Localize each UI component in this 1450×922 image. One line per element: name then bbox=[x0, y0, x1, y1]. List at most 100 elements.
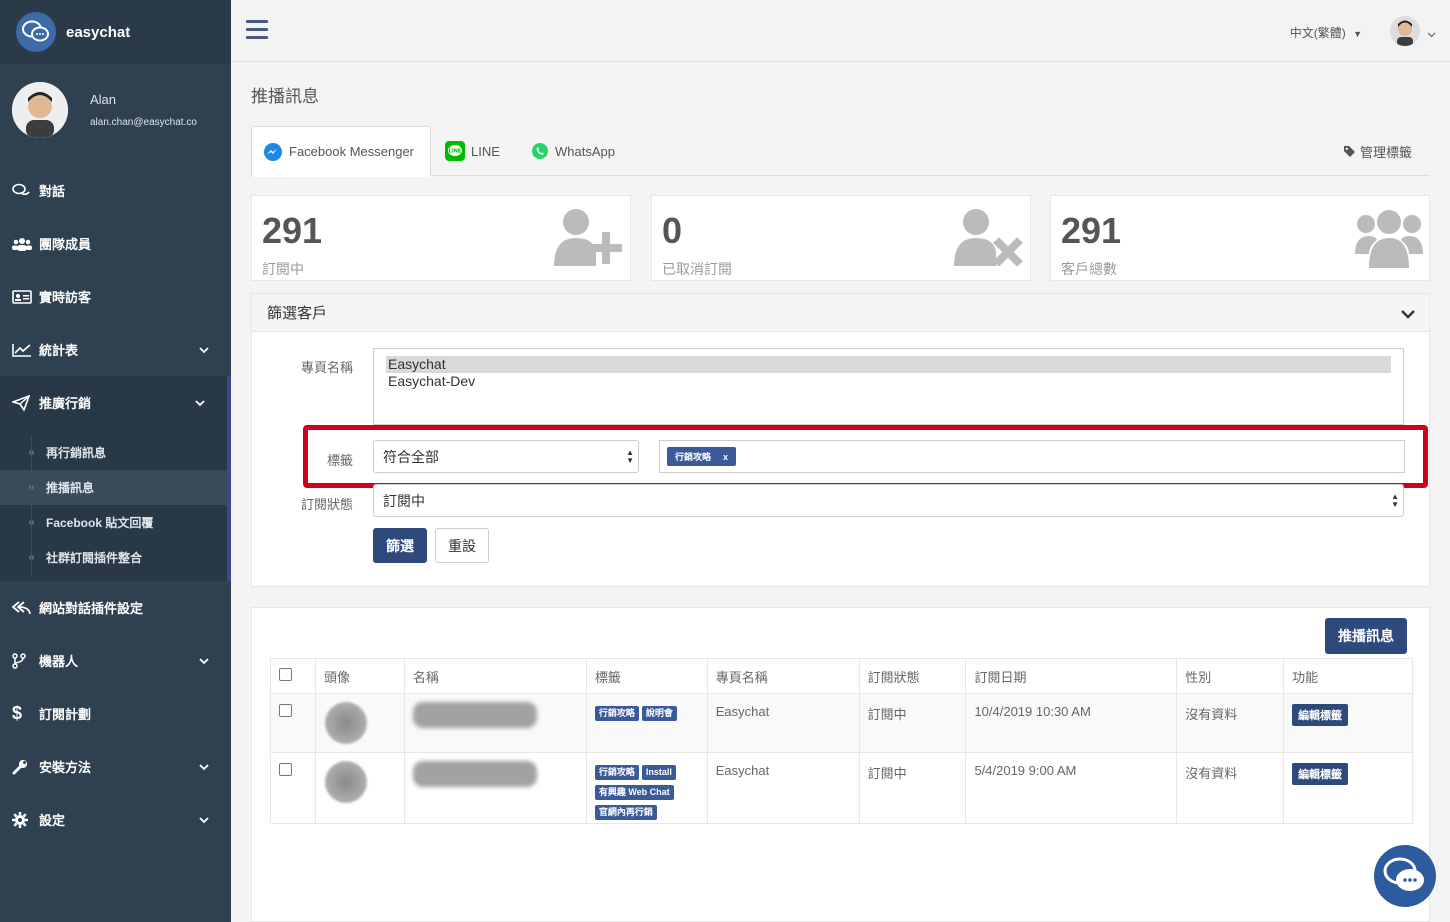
table-row: 行銷攻略 說明會 Easychat 訂閱中 10/4/2019 10:30 AM … bbox=[270, 693, 1413, 753]
sidebar-item-bot[interactable]: 機器人 bbox=[0, 634, 231, 687]
filter-reset-button[interactable]: 重設 bbox=[435, 528, 489, 563]
column-header[interactable]: 頭像 bbox=[314, 658, 405, 694]
row-checkbox[interactable] bbox=[279, 704, 292, 717]
stat-value: 291 bbox=[262, 210, 323, 251]
svg-text:LINE: LINE bbox=[449, 149, 462, 155]
table-header-row: 頭像 名稱 標籤 專頁名稱 訂閱狀態 訂閱日期 性別 功能 bbox=[270, 658, 1413, 694]
sidebar-item-label: 訂閱計劃 bbox=[39, 707, 92, 722]
tag-badge: 官網內再行銷 bbox=[594, 805, 657, 820]
chevron-down-icon[interactable] bbox=[1401, 306, 1415, 323]
sidebar: easychat Alan alan.chan@easychat.co 對話 團… bbox=[0, 0, 231, 922]
sidebar-item-chat-plugin-settings[interactable]: 網站對話插件設定 bbox=[0, 581, 231, 634]
sidebar-item-team[interactable]: 團隊成員 bbox=[0, 217, 231, 270]
select-all-checkbox[interactable] bbox=[279, 668, 292, 681]
tab-line[interactable]: LINE LINE bbox=[445, 126, 500, 176]
column-header[interactable]: 功能 bbox=[1283, 658, 1413, 694]
brand-name: easychat bbox=[66, 23, 131, 41]
filter-submit-button[interactable]: 篩選 bbox=[373, 528, 427, 563]
page-title: 推播訊息 bbox=[251, 87, 319, 106]
edit-tags-button[interactable]: 編輯標籤 bbox=[1292, 763, 1349, 785]
live-chat-button[interactable] bbox=[1374, 845, 1436, 907]
tags-cell: 行銷攻略 Install 有興趣 Web Chat 官網內再行銷 bbox=[585, 752, 708, 824]
column-header[interactable]: 性別 bbox=[1176, 658, 1285, 694]
sidebar-subitem-remarketing[interactable]: 再行銷訊息 bbox=[0, 435, 227, 470]
tag-badge: Install bbox=[641, 765, 676, 780]
stat-card-unsubscribed: 0 已取消訂閱 bbox=[651, 195, 1031, 281]
table-row: 行銷攻略 Install 有興趣 Web Chat 官網內再行銷 Easychat… bbox=[270, 752, 1413, 824]
sidebar-item-label: 實時訪客 bbox=[39, 290, 92, 305]
listbox-option[interactable]: Easychat-Dev bbox=[374, 373, 1403, 390]
blurred-name bbox=[412, 702, 537, 728]
brand[interactable]: easychat bbox=[0, 0, 231, 64]
gender-cell: 沒有資料 bbox=[1176, 752, 1285, 824]
user-plus-icon bbox=[554, 208, 624, 269]
sidebar-item-statistics[interactable]: 統計表 bbox=[0, 323, 231, 376]
tag-badge: 行銷攻略 bbox=[594, 706, 639, 721]
chevron-down-icon bbox=[195, 395, 205, 410]
sidebar-item-subscription[interactable]: $ 訂閱計劃 bbox=[0, 687, 231, 740]
tag-icon bbox=[1343, 145, 1356, 158]
status-cell: 訂閱中 bbox=[858, 693, 967, 753]
topbar: 中文(繁體) ▼ bbox=[231, 0, 1450, 62]
listbox-option[interactable]: Easychat bbox=[386, 356, 1391, 373]
whatsapp-icon bbox=[531, 142, 549, 160]
sidebar-subitem-social-plugin[interactable]: 社群訂閱插件整合 bbox=[0, 540, 227, 575]
language-label: 中文(繁體) bbox=[1289, 26, 1346, 40]
language-selector[interactable]: 中文(繁體) ▼ bbox=[1290, 24, 1362, 41]
column-header[interactable]: 訂閱狀態 bbox=[858, 658, 967, 694]
menu-toggle-icon[interactable] bbox=[246, 20, 268, 44]
sidebar-item-marketing[interactable]: 推廣行銷 bbox=[0, 376, 231, 429]
column-header[interactable]: 專頁名稱 bbox=[706, 658, 860, 694]
sidebar-item-install[interactable]: 安裝方法 bbox=[0, 740, 231, 793]
row-select-cell bbox=[270, 752, 316, 824]
broadcast-message-button[interactable]: 推播訊息 bbox=[1325, 618, 1407, 654]
edit-tags-button[interactable]: 編輯標籤 bbox=[1292, 704, 1349, 726]
sidebar-item-label: 推廣行銷 bbox=[39, 396, 92, 411]
action-cell: 編輯標籤 bbox=[1283, 752, 1413, 824]
tag-badge: 有興趣 Web Chat bbox=[594, 785, 674, 800]
easychat-logo-icon bbox=[16, 12, 56, 52]
row-select-cell bbox=[270, 693, 316, 753]
sidebar-item-chat[interactable]: 對話 bbox=[0, 164, 231, 217]
tab-facebook-messenger[interactable]: Facebook Messenger bbox=[251, 126, 431, 177]
subscribers-table: 頭像 名稱 標籤 專頁名稱 訂閱狀態 訂閱日期 性別 功能 行銷攻略 說明會 E… bbox=[270, 658, 1413, 824]
code-branch-icon bbox=[12, 652, 34, 669]
stat-value: 291 bbox=[1061, 210, 1122, 251]
paper-plane-icon bbox=[12, 394, 34, 411]
manage-tags-link[interactable]: 管理標籤 bbox=[1343, 142, 1412, 161]
stat-label: 客戶總數 bbox=[1061, 261, 1117, 277]
sidebar-item-visitors[interactable]: 實時訪客 bbox=[0, 270, 231, 323]
gear-icon bbox=[12, 811, 34, 828]
chevron-down-icon[interactable] bbox=[1427, 26, 1436, 41]
column-header[interactable]: 標籤 bbox=[585, 658, 708, 694]
sidebar-item-settings[interactable]: 設定 bbox=[0, 793, 231, 846]
sidebar-subitem-broadcast[interactable]: 推播訊息 bbox=[0, 470, 227, 505]
chevron-down-icon bbox=[199, 812, 209, 827]
page-cell: Easychat bbox=[706, 693, 860, 753]
filter-panel-header[interactable]: 篩選客戶 bbox=[252, 294, 1429, 332]
user-profile[interactable]: Alan alan.chan@easychat.co bbox=[0, 64, 231, 156]
user-times-icon bbox=[954, 208, 1024, 269]
column-header[interactable]: 名稱 bbox=[403, 658, 587, 694]
tab-whatsapp[interactable]: WhatsApp bbox=[531, 126, 615, 176]
caret-down-icon: ▼ bbox=[1353, 29, 1362, 39]
stat-card-total: 291 客戶總數 bbox=[1050, 195, 1430, 281]
sidebar-item-label: 機器人 bbox=[39, 654, 79, 669]
tab-label: WhatsApp bbox=[555, 143, 615, 159]
wrench-icon bbox=[12, 759, 34, 775]
subscription-status-value: 訂閱中 bbox=[383, 492, 425, 509]
chart-icon bbox=[12, 343, 34, 357]
user-avatar-menu[interactable] bbox=[1390, 16, 1420, 46]
chevron-down-icon bbox=[199, 342, 209, 357]
blurred-name bbox=[412, 761, 537, 787]
sidebar-subitem-facebook-reply[interactable]: Facebook 貼文回覆 bbox=[0, 505, 227, 540]
stat-card-subscribed: 291 訂閱中 bbox=[251, 195, 631, 281]
column-header[interactable]: 訂閱日期 bbox=[965, 658, 1178, 694]
page-name-listbox[interactable]: Easychat Easychat-Dev bbox=[373, 348, 1404, 425]
id-card-icon bbox=[12, 289, 34, 304]
action-cell: 編輯標籤 bbox=[1283, 693, 1413, 753]
sidebar-item-label: 安裝方法 bbox=[39, 760, 92, 775]
page-name-label: 專頁名稱 bbox=[301, 360, 354, 375]
row-checkbox[interactable] bbox=[279, 763, 292, 776]
subscription-status-select[interactable]: 訂閱中 ▲ ▼ bbox=[373, 484, 1404, 517]
